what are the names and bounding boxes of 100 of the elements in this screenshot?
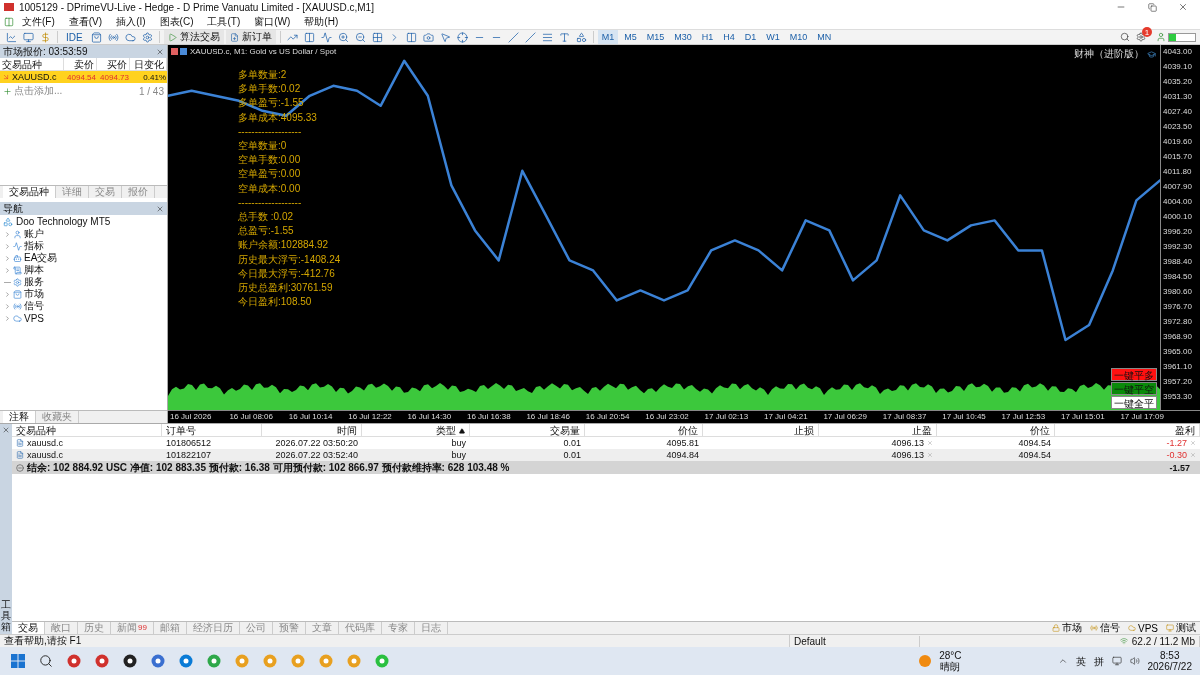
close-icon[interactable] <box>156 47 164 56</box>
app-icon <box>291 654 305 668</box>
timeframe-button[interactable]: H1 <box>697 30 718 44</box>
tree-item[interactable]: 市场 <box>24 287 44 301</box>
close-position-button[interactable]: 一键平多 <box>1111 368 1157 381</box>
timeframe-button[interactable]: M30 <box>670 30 696 44</box>
axis-label: 4023.50 <box>1163 121 1192 132</box>
menu-item[interactable]: 窗口(W) <box>248 14 297 29</box>
document-icon <box>16 439 24 447</box>
expand-icon[interactable] <box>4 314 11 322</box>
ime-indicator[interactable]: 拼 <box>1093 655 1104 667</box>
axis-label: 3968.90 <box>1163 331 1192 342</box>
chevron-up-icon[interactable] <box>1057 656 1068 666</box>
tree-item[interactable]: 信号 <box>24 299 44 313</box>
timeframe-button[interactable]: MN <box>813 30 836 44</box>
toolbar-button[interactable] <box>505 30 521 44</box>
app-icon <box>235 654 249 668</box>
menu-item[interactable]: 查看(V) <box>62 14 109 29</box>
toolbar-button[interactable] <box>420 30 436 44</box>
algo-trading-button[interactable]: 算法交易 <box>163 30 224 44</box>
total-profit: -1.57 <box>1169 462 1191 473</box>
tree-item[interactable]: VPS <box>24 312 44 324</box>
close-icon[interactable] <box>156 204 164 213</box>
toolbar-button[interactable] <box>4 30 19 44</box>
expand-icon[interactable] <box>4 254 11 262</box>
toolbar-button[interactable] <box>454 30 470 44</box>
toolbox-link[interactable]: 信号 <box>1086 621 1124 635</box>
toolbar-button[interactable] <box>21 30 36 44</box>
toolbox-link[interactable]: 测试 <box>1162 621 1200 635</box>
ime-indicator[interactable]: 英 <box>1075 655 1086 667</box>
menu-item[interactable]: 插入(I) <box>110 14 152 29</box>
toolbox-tab[interactable]: 交易 <box>12 622 45 634</box>
axis-label: 4000.10 <box>1163 211 1192 222</box>
expand-icon[interactable] <box>4 242 11 250</box>
timeframe-button[interactable]: M10 <box>785 30 812 44</box>
notifications-button[interactable]: 1 <box>1134 30 1148 44</box>
time-label: 17 Jul 08:37 <box>882 412 927 421</box>
tree-item[interactable]: 服务 <box>24 275 44 289</box>
zoom-out-icon <box>354 31 366 43</box>
bid-cell-text: 4094.54 <box>66 72 97 82</box>
toolbar-button[interactable] <box>522 30 538 44</box>
axis-label: 4019.60 <box>1163 136 1192 147</box>
menu-item[interactable]: 帮助(H) <box>298 14 345 29</box>
tree-item[interactable]: 账户 <box>24 227 44 241</box>
timeframe-button[interactable]: M15 <box>642 30 669 44</box>
timeframe-button[interactable]: H4 <box>719 30 739 44</box>
panel-tab[interactable]: 交易品种 <box>3 186 56 198</box>
symbol-row[interactable]: XAUUSD.c 4094.54 4094.73 0.41% <box>0 71 167 83</box>
info-text: 总手数 :0.02 <box>238 210 294 225</box>
tree-item[interactable]: EA交易 <box>24 251 58 265</box>
close-position-button[interactable]: 一键全平 <box>1111 396 1157 409</box>
network-icon[interactable] <box>1111 656 1122 666</box>
document-icon <box>16 451 24 459</box>
timeframe-button[interactable]: M5 <box>620 30 641 44</box>
expand-icon[interactable] <box>4 290 11 298</box>
arrow-icon <box>2 73 10 81</box>
timeframe-button[interactable]: M1 <box>597 30 619 44</box>
start-button[interactable] <box>8 651 28 671</box>
tree-root[interactable]: Doo Technology MT5 <box>16 216 111 227</box>
toolbox-link[interactable]: VPS <box>1124 622 1162 634</box>
expand-icon[interactable] <box>4 302 11 310</box>
gear-icon <box>1136 32 1146 42</box>
close-icon[interactable] <box>2 426 10 434</box>
timeframe-button[interactable]: W1 <box>762 30 784 44</box>
volume-icon[interactable] <box>1129 656 1140 666</box>
tree-item[interactable]: 脚本 <box>24 263 44 277</box>
time-label: 16 Jul 20:54 <box>585 412 630 421</box>
expand-icon[interactable] <box>4 266 11 274</box>
table-cell-text: 2026.07.22 03:52:40 <box>274 449 359 461</box>
windows-icon <box>11 654 25 668</box>
table-cell-text: 2026.07.22 03:50:20 <box>274 437 359 449</box>
table-cell-text: 101822107 <box>165 449 213 461</box>
close-icon[interactable] <box>1190 440 1196 446</box>
menu-item[interactable]: 图表(C) <box>153 14 200 29</box>
panel-tab[interactable]: 注释 <box>3 411 36 423</box>
table-cell-text: buy <box>450 449 467 461</box>
info-text: 多单成本:4095.33 <box>238 110 317 125</box>
info-text: 账户余额:102884.92 <box>238 238 329 253</box>
close-position-button[interactable]: 一键平空 <box>1111 382 1157 395</box>
new-order-button[interactable]: 新订单 <box>225 30 276 44</box>
ide-button[interactable]: IDE <box>62 30 87 44</box>
toolbar-button[interactable] <box>318 30 334 44</box>
tree-item[interactable]: 指标 <box>24 239 44 253</box>
line-chart-icon <box>6 31 17 43</box>
plus-icon[interactable] <box>3 86 12 96</box>
menu-item[interactable]: 文件(F) <box>16 14 61 29</box>
app-icon <box>151 654 165 668</box>
toolbox-link[interactable]: 市场 <box>1048 621 1086 635</box>
info-text: 今日盈利:108.50 <box>238 295 312 310</box>
tree-item-icon <box>13 241 22 251</box>
expand-icon[interactable] <box>4 230 11 238</box>
gear-icon <box>141 31 153 43</box>
add-symbol-link[interactable]: 点击添加... <box>14 84 137 98</box>
search-button[interactable] <box>1118 30 1132 44</box>
table-cell-text: 0.01 <box>562 437 582 449</box>
close-icon[interactable] <box>927 440 933 446</box>
menu-item[interactable]: 工具(T) <box>201 14 247 29</box>
timeframe-button[interactable]: D1 <box>740 30 761 44</box>
shapes-icon <box>575 31 587 43</box>
collapse-icon[interactable] <box>16 463 24 472</box>
